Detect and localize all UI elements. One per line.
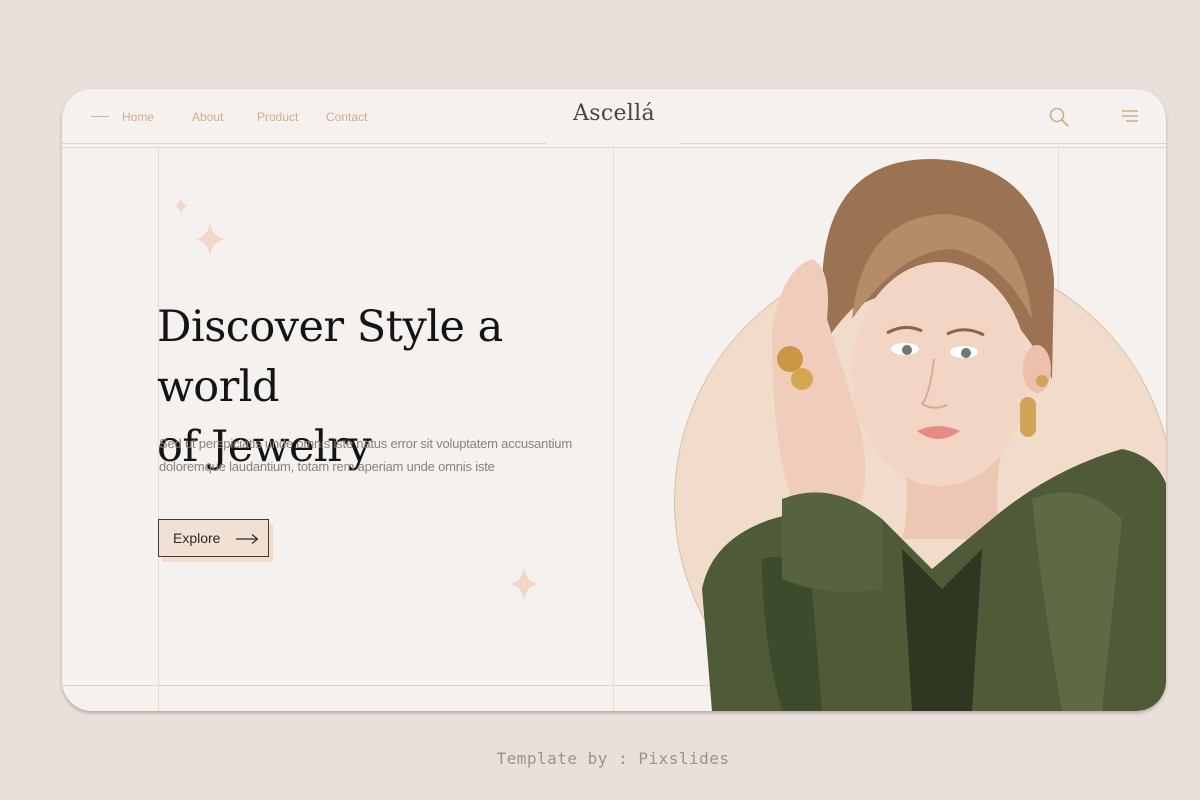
nav-link-product[interactable]: Product <box>257 110 298 124</box>
nav-link-home[interactable]: Home <box>122 110 154 124</box>
headline-line-1: Discover Style a world <box>157 302 503 412</box>
sparkle-icon-small <box>174 197 188 215</box>
template-credit: Template by : Pixslides <box>496 749 730 768</box>
description-line-1: Sed ut perspiciatis unde omnis iste natu… <box>159 436 572 451</box>
nav-link-contact[interactable]: Contact <box>326 110 367 124</box>
nav-dash-decoration <box>91 116 109 117</box>
arrow-right-icon <box>236 534 259 544</box>
hero-description: Sed ut perspiciatis unde omnis iste natu… <box>159 432 609 478</box>
landing-card: Home About Product Contact Ascellá Disco… <box>62 89 1166 711</box>
explore-button-label: Explore <box>173 530 221 546</box>
sparkle-icon-lower <box>509 567 539 601</box>
sparkle-icon-medium <box>195 222 225 256</box>
brand-logo[interactable]: Ascellá <box>552 101 676 126</box>
explore-button[interactable]: Explore <box>158 519 269 557</box>
description-line-2: doloremque laudantium, totam rem aperiam… <box>159 459 495 474</box>
nav-link-about[interactable]: About <box>192 110 223 124</box>
hero-model-image: model-wearing-gold-jewelry <box>702 159 1166 711</box>
